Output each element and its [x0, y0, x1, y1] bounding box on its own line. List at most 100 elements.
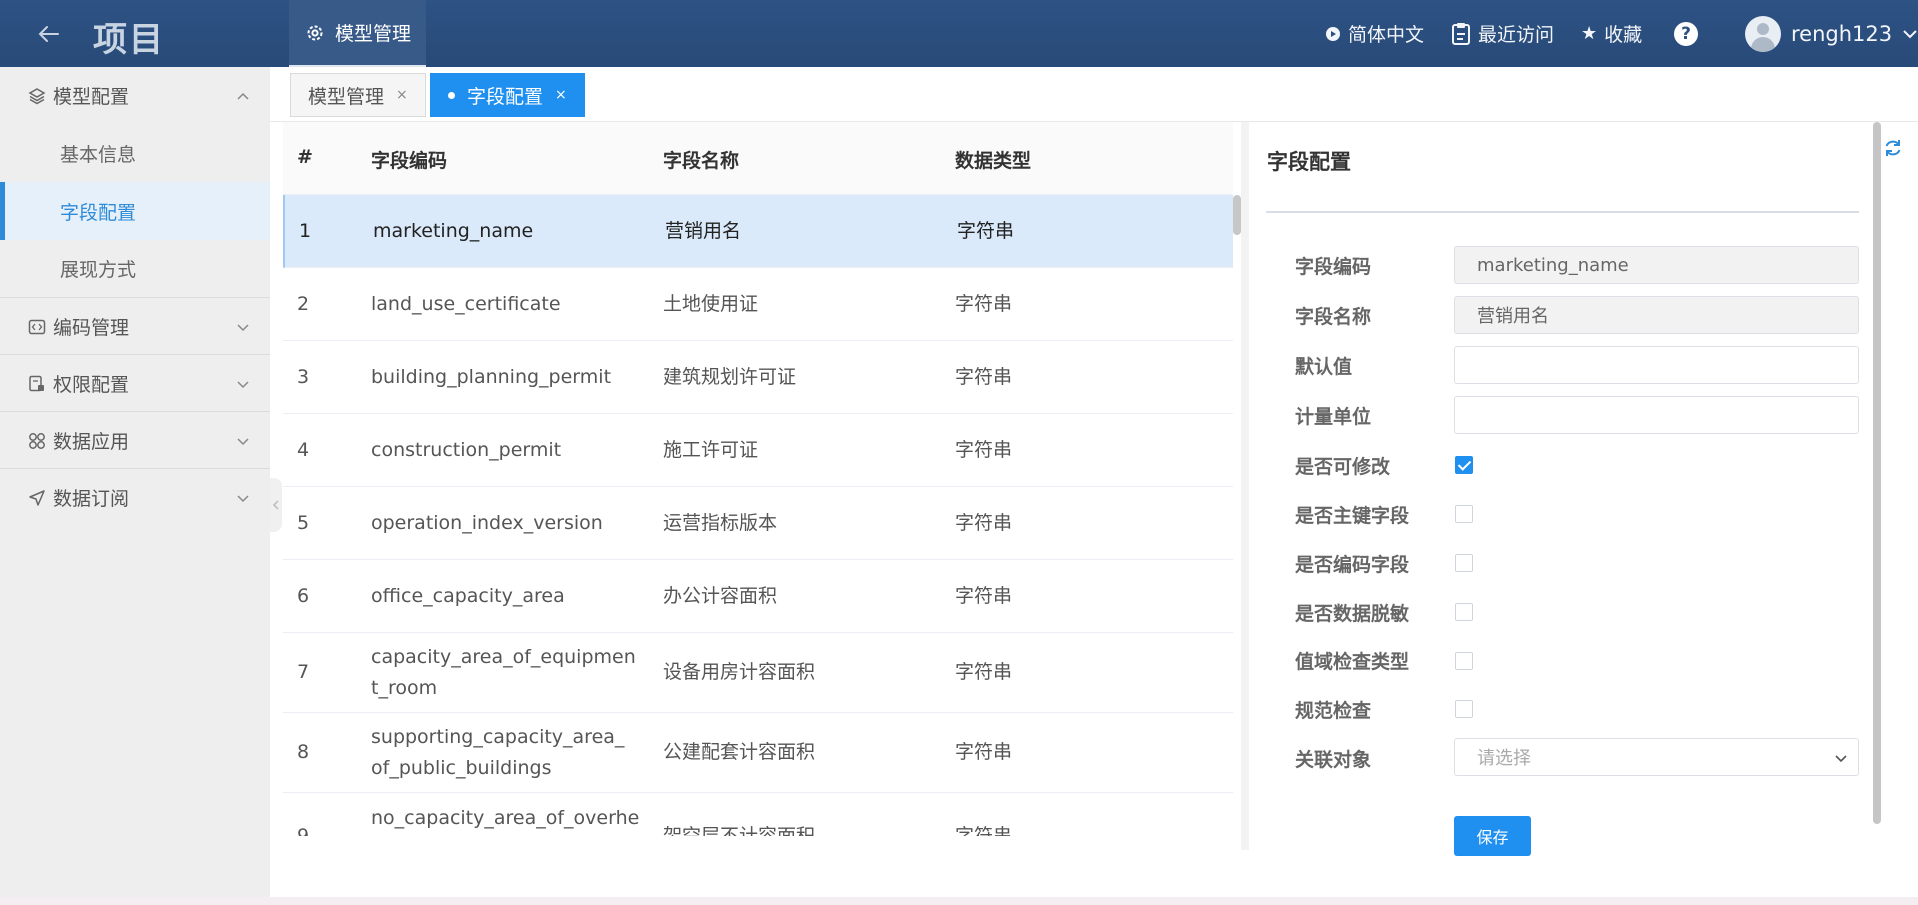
- refresh-icon[interactable]: [1882, 137, 1904, 159]
- sidebar-item-data-apps[interactable]: 数据应用: [0, 412, 270, 469]
- table-row[interactable]: 7 capacity_area_of_equipment_room 设备用房计容…: [283, 633, 1233, 713]
- sidebar-item-data-apps-label: 数据应用: [53, 430, 130, 453]
- domain-check-checkbox[interactable]: [1455, 652, 1473, 670]
- nav-model-management[interactable]: 模型管理: [289, 0, 426, 67]
- back-arrow-icon[interactable]: [32, 18, 64, 50]
- favorites[interactable]: ★ 收藏: [1581, 0, 1642, 67]
- data-mask-checkbox[interactable]: [1455, 603, 1473, 621]
- table-row[interactable]: 2 land_use_certificate 土地使用证 字符串: [283, 268, 1233, 341]
- default-value-input[interactable]: [1454, 346, 1859, 384]
- close-icon[interactable]: ×: [555, 87, 567, 103]
- row-field-code: no_capacity_area_of_overhe: [371, 807, 640, 829]
- code-icon: [28, 319, 46, 335]
- nav-model-management-label: 模型管理: [335, 23, 412, 45]
- sidebar-item-permission-config-label: 权限配置: [53, 373, 130, 396]
- field-code-input[interactable]: marketing_name: [1454, 246, 1859, 284]
- sidebar-item-field-config[interactable]: 字段配置: [0, 182, 270, 240]
- row-field-code: building_planning_permit: [371, 365, 612, 388]
- chevron-down-icon: [237, 438, 249, 446]
- language-label: 简体中文: [1348, 24, 1425, 46]
- primary-key-label: 是否主键字段: [1295, 505, 1410, 527]
- row-index: 9: [297, 825, 310, 836]
- table-row[interactable]: 3 building_planning_permit 建筑规划许可证 字符串: [283, 341, 1233, 414]
- sidebar-collapse-handle[interactable]: [270, 478, 282, 532]
- chevron-down-icon: [1835, 755, 1847, 763]
- app-title: 项目: [93, 20, 165, 60]
- row-field-name: 架空层不计容面积: [663, 825, 816, 836]
- row-field-code: office_capacity_area: [371, 584, 565, 607]
- table-row[interactable]: 9 no_capacity_area_of_overhe 架空层不计容面积 字符…: [283, 793, 1233, 836]
- tab-field-config-label: 字段配置: [467, 85, 544, 108]
- row-field-code: land_use_certificate: [371, 292, 561, 315]
- relation-object-select[interactable]: 请选择: [1454, 738, 1859, 776]
- sidebar-item-basic-info[interactable]: 基本信息: [0, 124, 270, 182]
- row-data-type: 字符串: [957, 219, 1015, 242]
- row-index: 3: [297, 365, 310, 388]
- row-index: 6: [297, 584, 310, 607]
- row-data-type: 字符串: [955, 365, 1013, 388]
- encode-field-checkbox[interactable]: [1455, 554, 1473, 572]
- chevron-left-icon: [272, 500, 279, 510]
- table-row[interactable]: 8 supporting_capacity_area_of_public_bui…: [283, 713, 1233, 793]
- row-field-name: 运营指标版本: [663, 511, 778, 534]
- row-field-name: 营销用名: [665, 219, 742, 242]
- row-index: 2: [297, 292, 310, 315]
- star-icon: ★: [1581, 23, 1598, 44]
- panel-scrollbar[interactable]: [1873, 122, 1881, 824]
- row-index: 1: [299, 219, 312, 242]
- row-data-type: 字符串: [955, 292, 1013, 315]
- primary-key-checkbox[interactable]: [1455, 505, 1473, 523]
- sidebar-item-model-config[interactable]: 模型配置: [0, 67, 270, 124]
- top-header: 项目 模型管理 简体中文 最近访问 ★ 收藏 ? rengh123: [0, 0, 1918, 67]
- table-row[interactable]: 4 construction_permit 施工许可证 字符串: [283, 414, 1233, 487]
- fields-table: # 字段编码 字段名称 数据类型 1 marketing_name 营销用名 字…: [283, 122, 1233, 836]
- sidebar-item-data-subscription[interactable]: 数据订阅: [0, 469, 270, 526]
- row-data-type: 字符串: [955, 584, 1013, 607]
- tabs-bar: 模型管理 × 字段配置 ×: [270, 67, 1918, 122]
- table-row[interactable]: 5 operation_index_version 运营指标版本 字符串: [283, 487, 1233, 560]
- norm-check-checkbox[interactable]: [1455, 700, 1473, 718]
- recent-visits[interactable]: 最近访问: [1451, 0, 1554, 67]
- tab-field-config[interactable]: 字段配置 ×: [430, 73, 585, 117]
- sidebar-item-display-mode[interactable]: 展现方式: [0, 240, 270, 298]
- sidebar-item-model-config-label: 模型配置: [53, 86, 130, 108]
- norm-check-label: 规范检查: [1295, 700, 1372, 722]
- close-icon[interactable]: ×: [396, 87, 408, 103]
- editable-checkbox[interactable]: [1455, 456, 1473, 474]
- sidebar-item-code-management[interactable]: 编码管理: [0, 298, 270, 355]
- row-field-name: 办公计容面积: [663, 584, 778, 607]
- row-data-type: 字符串: [955, 511, 1013, 534]
- user-menu[interactable]: rengh123: [1745, 0, 1918, 67]
- panel-title: 字段配置: [1267, 150, 1351, 174]
- table-scrollbar[interactable]: [1233, 195, 1241, 235]
- unit-label: 计量单位: [1295, 406, 1372, 428]
- help-button[interactable]: ?: [1674, 0, 1698, 67]
- send-icon: [29, 490, 45, 506]
- row-index: 5: [297, 511, 310, 534]
- field-name-label: 字段名称: [1295, 306, 1372, 328]
- tab-model-management[interactable]: 模型管理 ×: [290, 73, 426, 117]
- save-button[interactable]: 保存: [1454, 816, 1531, 856]
- field-code-label: 字段编码: [1295, 256, 1372, 278]
- field-name-input[interactable]: 营销用名: [1454, 296, 1859, 334]
- row-field-code: marketing_name: [373, 219, 534, 242]
- row-data-type: 字符串: [955, 825, 1013, 836]
- sidebar-item-permission-config[interactable]: 权限配置: [0, 355, 270, 412]
- gear-icon: [307, 25, 323, 40]
- table-row[interactable]: 1 marketing_name 营销用名 字符串: [283, 195, 1233, 268]
- table-row[interactable]: 6 office_capacity_area 办公计容面积 字符串: [283, 560, 1233, 633]
- column-header-code: 字段编码: [371, 150, 448, 172]
- apps-icon: [29, 433, 45, 449]
- field-config-panel: 字段配置 字段编码 marketing_name 字段名称 营销用名 默认值 计…: [1249, 122, 1869, 856]
- chevron-down-icon: [237, 324, 249, 332]
- layers-icon: [28, 88, 46, 105]
- editable-label: 是否可修改: [1295, 456, 1391, 478]
- language-switch[interactable]: 简体中文: [1325, 0, 1424, 67]
- recent-visits-label: 最近访问: [1478, 24, 1555, 46]
- chevron-up-icon: [237, 92, 249, 100]
- clipboard-icon: [1452, 22, 1470, 45]
- table-header: # 字段编码 字段名称 数据类型: [283, 122, 1233, 195]
- unit-input[interactable]: [1454, 396, 1859, 434]
- row-field-code: supporting_capacity_area_of_public_build…: [371, 725, 625, 779]
- row-field-code: construction_permit: [371, 438, 562, 461]
